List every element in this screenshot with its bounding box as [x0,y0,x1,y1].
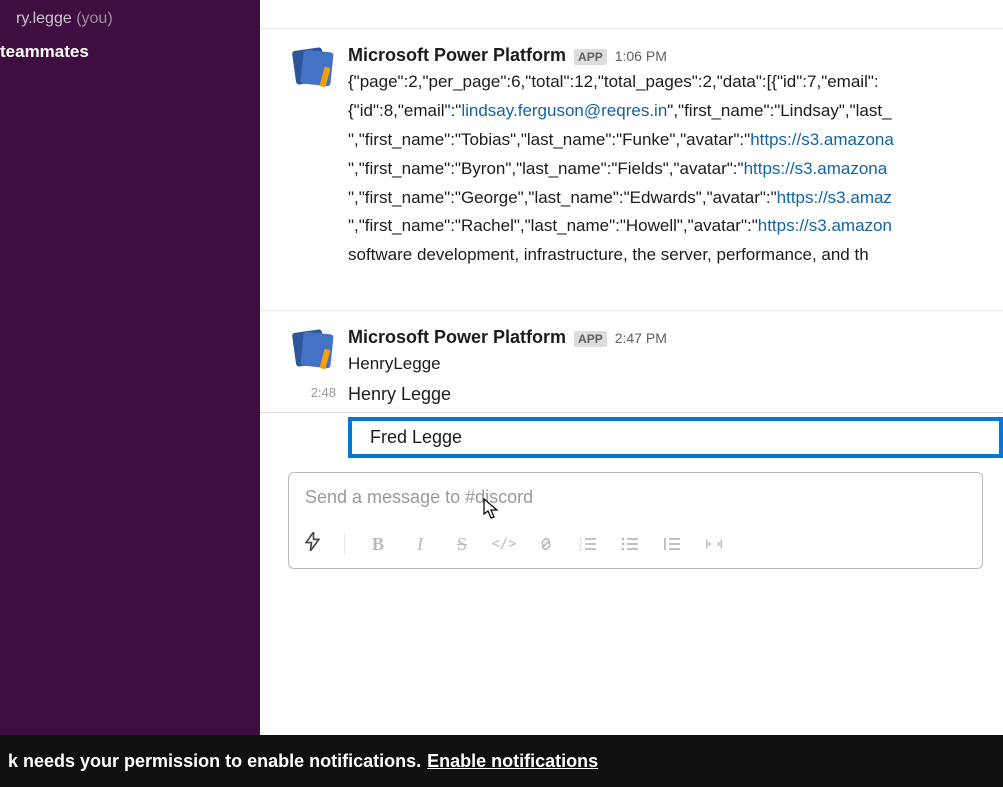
sidebar-item-user[interactable]: ry.legge (you) [0,8,260,30]
link-icon[interactable] [537,535,555,553]
strikethrough-icon[interactable]: S [453,535,471,553]
enable-notifications-link[interactable]: Enable notifications [427,751,598,772]
message-time: 1:06 PM [615,48,667,64]
message-text: ","first_name":"Tobias","last_name":"Fun… [348,130,750,149]
app-avatar[interactable] [292,45,336,89]
url-link[interactable]: https://s3.amazona [750,130,894,149]
notification-bar: k needs your permission to enable notifi… [0,735,1003,787]
app-badge: APP [574,331,607,347]
app-badge: APP [574,49,607,65]
email-link[interactable]: lindsay.ferguson@reqres.in [461,101,667,120]
message-text: ","first_name":"George","last_name":"Edw… [348,188,777,207]
url-link[interactable]: https://s3.amazona [744,159,888,178]
blockquote-icon[interactable] [663,535,681,553]
svg-text:3: 3 [579,547,582,552]
message-text: Henry Legge [348,381,451,408]
sidebar-user-name: ry.legge [16,10,72,27]
sidebar: ry.legge (you) teammates [0,0,260,735]
composer-toolbar: B I S </> 123 [289,522,982,568]
main-content: Microsoft Power Platform APP 1:06 PM {"p… [260,0,1003,735]
message-header: Microsoft Power Platform APP 1:06 PM [348,45,983,66]
message-block: Microsoft Power Platform APP 2:47 PM Hen… [260,311,1003,381]
message-text: ","first_name":"Byron","last_name":"Fiel… [348,159,744,178]
app-avatar[interactable] [292,327,336,371]
code-block-icon[interactable] [705,535,723,553]
message-body: {"page":2,"per_page":6,"total":12,"total… [348,68,983,270]
lightning-icon[interactable] [305,532,320,556]
bold-icon[interactable]: B [369,535,387,553]
sidebar-teammates-label[interactable]: teammates [0,30,260,64]
message-text: {"id":8,"email":" [348,101,461,120]
message-input[interactable] [289,473,982,522]
toolbar-divider [344,534,345,554]
italic-icon[interactable]: I [411,535,429,553]
notification-text: k needs your permission to enable notifi… [8,751,421,772]
sender-name[interactable]: Microsoft Power Platform [348,327,566,348]
url-link[interactable]: https://s3.amaz [777,188,892,207]
message-text: {"page":2,"per_page":6,"total":12,"total… [348,72,879,91]
message-text: ","first_name":"Lindsay","last_ [667,101,891,120]
message-text: software development, infrastructure, th… [348,245,869,264]
message-block: Microsoft Power Platform APP 1:06 PM {"p… [260,29,1003,286]
highlighted-text: Fred Legge [370,427,462,447]
message-body: HenryLegge [348,350,983,379]
message-continuation: 2:48 Henry Legge [260,381,1003,412]
message-time-small: 2:48 [300,381,336,400]
message-composer[interactable]: B I S </> 123 [288,472,983,569]
url-link[interactable]: https://s3.amazon [758,216,892,235]
message-header: Microsoft Power Platform APP 2:47 PM [348,327,983,348]
message-time: 2:47 PM [615,330,667,346]
sender-name[interactable]: Microsoft Power Platform [348,45,566,66]
divider [260,412,1003,413]
sidebar-user-you: (you) [76,10,112,27]
bullet-list-icon[interactable] [621,535,639,553]
ordered-list-icon[interactable]: 123 [579,535,597,553]
message-text: ","first_name":"Rachel","last_name":"How… [348,216,758,235]
code-icon[interactable]: </> [495,535,513,553]
highlighted-message[interactable]: Fred Legge [348,417,1003,458]
